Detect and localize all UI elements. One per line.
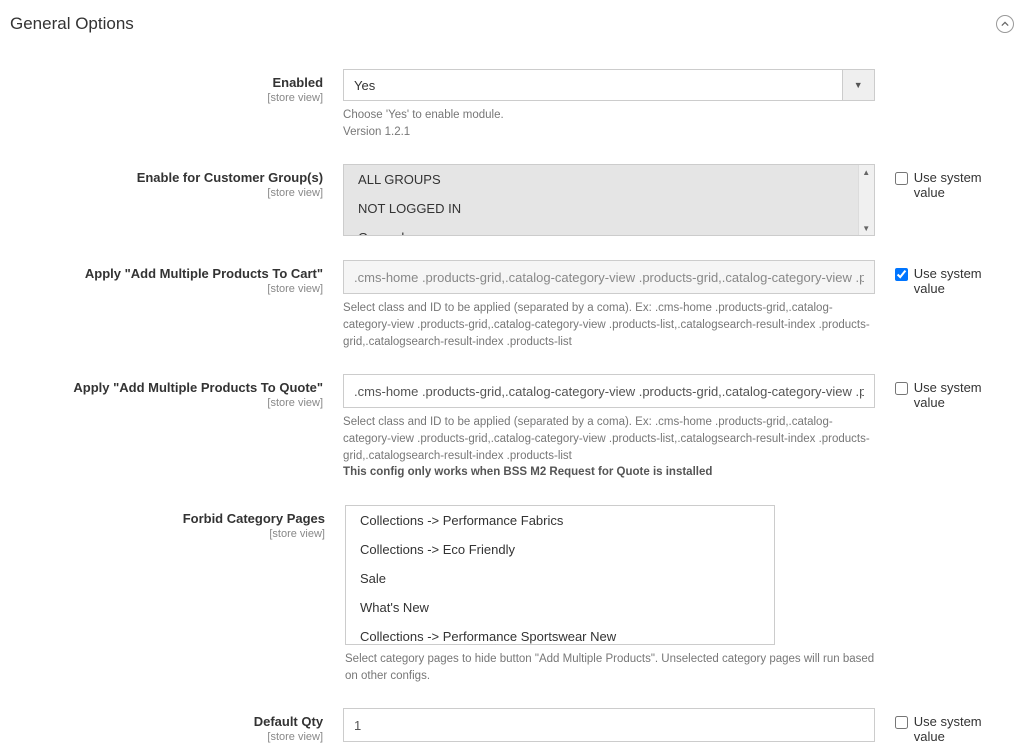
category-option[interactable]: Collections -> Eco Friendly — [346, 535, 774, 564]
use-system-label: Use system value — [914, 266, 1014, 296]
default-qty-use-system-checkbox[interactable] — [895, 716, 908, 729]
scrollbar[interactable]: ▲ ▼ — [858, 165, 874, 235]
scroll-down-icon: ▼ — [859, 221, 874, 235]
scroll-up-icon: ▲ — [859, 165, 874, 179]
scroll-track — [859, 179, 874, 221]
apply-cart-note: Select class and ID to be applied (separ… — [343, 300, 875, 350]
scope-label: [store view] — [10, 187, 323, 199]
forbid-category-label: Forbid Category Pages — [10, 511, 325, 528]
customer-groups-label: Enable for Customer Group(s) — [10, 170, 323, 187]
customer-groups-multiselect[interactable]: ALL GROUPSNOT LOGGED INGeneral ▲ ▼ — [343, 164, 875, 236]
apply-quote-use-system-checkbox[interactable] — [895, 382, 908, 395]
apply-cart-input — [343, 260, 875, 294]
scope-label: [store view] — [10, 397, 323, 409]
scope-label: [store view] — [10, 528, 325, 540]
section-title: General Options — [10, 14, 134, 34]
default-qty-label: Default Qty — [10, 714, 323, 731]
chevron-up-icon — [1001, 20, 1009, 28]
forbid-category-multiselect[interactable]: Collections -> Performance FabricsCollec… — [345, 505, 775, 645]
apply-cart-use-system-checkbox[interactable] — [895, 268, 908, 281]
enabled-select-value: Yes — [344, 78, 842, 93]
use-system-label: Use system value — [914, 714, 1014, 744]
customer-group-option[interactable]: NOT LOGGED IN — [344, 194, 874, 223]
category-option[interactable]: Collections -> Performance Fabrics — [346, 506, 774, 535]
forbid-category-note: Select category pages to hide button "Ad… — [345, 651, 880, 684]
enabled-select[interactable]: Yes ▼ — [343, 69, 875, 101]
apply-quote-note: Select class and ID to be applied (separ… — [343, 414, 875, 481]
enabled-note: Choose 'Yes' to enable module. Version 1… — [343, 107, 875, 140]
customer-group-option[interactable]: General — [344, 223, 874, 236]
collapse-toggle[interactable] — [996, 15, 1014, 33]
scope-label: [store view] — [10, 731, 323, 743]
customer-groups-use-system-checkbox[interactable] — [895, 172, 908, 185]
category-option[interactable]: Sale — [346, 564, 774, 593]
apply-quote-label: Apply "Add Multiple Products To Quote" — [10, 380, 323, 397]
category-option[interactable]: Collections -> Performance Sportswear Ne… — [346, 622, 774, 645]
use-system-label: Use system value — [914, 380, 1014, 410]
use-system-label: Use system value — [914, 170, 1014, 200]
enabled-label: Enabled — [10, 75, 323, 92]
scope-label: [store view] — [10, 92, 323, 104]
scope-label: [store view] — [10, 283, 323, 295]
apply-cart-label: Apply "Add Multiple Products To Cart" — [10, 266, 323, 283]
default-qty-input[interactable] — [343, 708, 875, 742]
category-option[interactable]: What's New — [346, 593, 774, 622]
apply-quote-input[interactable] — [343, 374, 875, 408]
dropdown-caret-icon: ▼ — [842, 70, 874, 100]
customer-group-option[interactable]: ALL GROUPS — [344, 165, 874, 194]
